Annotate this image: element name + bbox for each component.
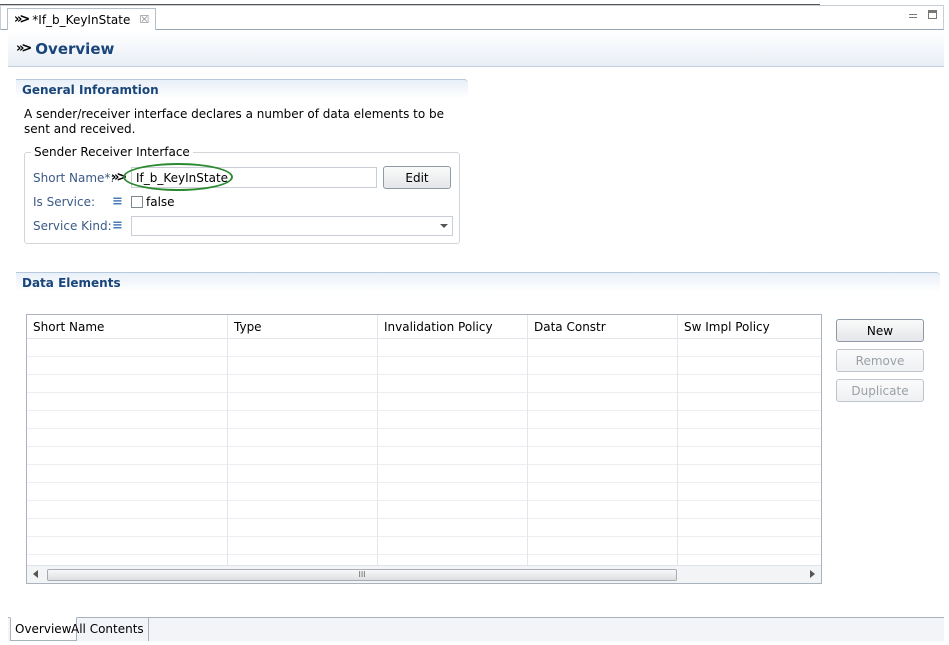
scroll-left-icon[interactable] xyxy=(33,570,38,578)
interface-icon: »> xyxy=(111,170,127,185)
scroll-right-icon[interactable] xyxy=(810,570,815,578)
minimize-icon[interactable] xyxy=(908,10,918,20)
is-service-value: false xyxy=(146,195,175,209)
chevron-down-icon[interactable] xyxy=(440,224,448,228)
editor-tab-bar: »> *If_b_KeyInState ☒ xyxy=(0,5,944,30)
tab-all-contents[interactable]: All Contents xyxy=(67,617,149,641)
interface-icon: »> xyxy=(16,41,32,56)
table-row[interactable] xyxy=(27,465,821,483)
is-service-checkbox[interactable] xyxy=(131,196,143,208)
column-divider xyxy=(677,339,678,565)
window-controls xyxy=(908,10,937,20)
table-row[interactable] xyxy=(27,393,821,411)
interface-icon: »> xyxy=(14,12,30,27)
service-kind-label[interactable]: Service Kind: xyxy=(33,219,112,233)
table-header: Short Name Type Invalidation Policy Data… xyxy=(27,315,821,339)
editor-tab[interactable]: »> *If_b_KeyInState ☒ xyxy=(7,8,157,30)
table-row[interactable] xyxy=(27,357,821,375)
edit-button[interactable]: Edit xyxy=(383,166,451,189)
sender-receiver-group: Sender Receiver Interface Short Name*: »… xyxy=(24,145,460,244)
page-tab-bar: Overview All Contents xyxy=(8,617,944,641)
maximize-icon[interactable] xyxy=(928,10,937,19)
is-service-label[interactable]: Is Service: xyxy=(33,195,95,209)
section-title: Data Elements xyxy=(22,275,121,290)
general-information-section: General Inforamtion xyxy=(16,79,468,99)
remove-button[interactable]: Remove xyxy=(836,349,924,372)
service-kind-dropdown[interactable] xyxy=(131,216,453,236)
data-elements-table[interactable]: Short Name Type Invalidation Policy Data… xyxy=(26,314,822,584)
table-row[interactable] xyxy=(27,537,821,555)
table-row[interactable] xyxy=(27,501,821,519)
column-divider xyxy=(377,339,378,565)
scrollbar-thumb[interactable]: III xyxy=(47,569,677,581)
form-header: »> Overview xyxy=(8,31,944,67)
page-title: Overview xyxy=(35,39,115,58)
table-row[interactable] xyxy=(27,411,821,429)
section-header[interactable]: General Inforamtion xyxy=(16,79,468,99)
new-button[interactable]: New xyxy=(836,319,924,342)
data-elements-section: Data Elements xyxy=(16,272,940,292)
column-header-data-constr[interactable]: Data Constr xyxy=(528,315,678,339)
short-name-label[interactable]: Short Name*: xyxy=(33,171,114,185)
column-header-invalidation-policy[interactable]: Invalidation Policy xyxy=(378,315,528,339)
table-row[interactable] xyxy=(27,519,821,537)
duplicate-button[interactable]: Duplicate xyxy=(836,379,924,402)
short-name-value: If_b_KeyInState xyxy=(136,170,229,185)
group-label: Sender Receiver Interface xyxy=(31,145,193,159)
list-icon xyxy=(112,194,124,209)
list-icon xyxy=(112,218,124,233)
short-name-field[interactable]: If_b_KeyInState xyxy=(131,167,377,188)
column-header-short-name[interactable]: Short Name xyxy=(27,315,228,339)
horizontal-scrollbar[interactable]: III xyxy=(27,565,821,583)
table-row[interactable] xyxy=(27,447,821,465)
column-divider xyxy=(527,339,528,565)
editor-tab-title: *If_b_KeyInState xyxy=(32,12,131,27)
section-description: A sender/receiver interface declares a n… xyxy=(24,107,445,136)
table-row[interactable] xyxy=(27,339,821,357)
column-divider xyxy=(227,339,228,565)
section-title: General Inforamtion xyxy=(22,82,159,97)
table-row[interactable] xyxy=(27,483,821,501)
table-row[interactable] xyxy=(27,429,821,447)
table-row[interactable] xyxy=(27,375,821,393)
column-header-type[interactable]: Type xyxy=(228,315,378,339)
column-header-sw-impl-policy[interactable]: Sw Impl Policy xyxy=(678,315,821,339)
close-icon[interactable]: ☒ xyxy=(139,13,149,26)
section-header[interactable]: Data Elements xyxy=(16,272,940,292)
